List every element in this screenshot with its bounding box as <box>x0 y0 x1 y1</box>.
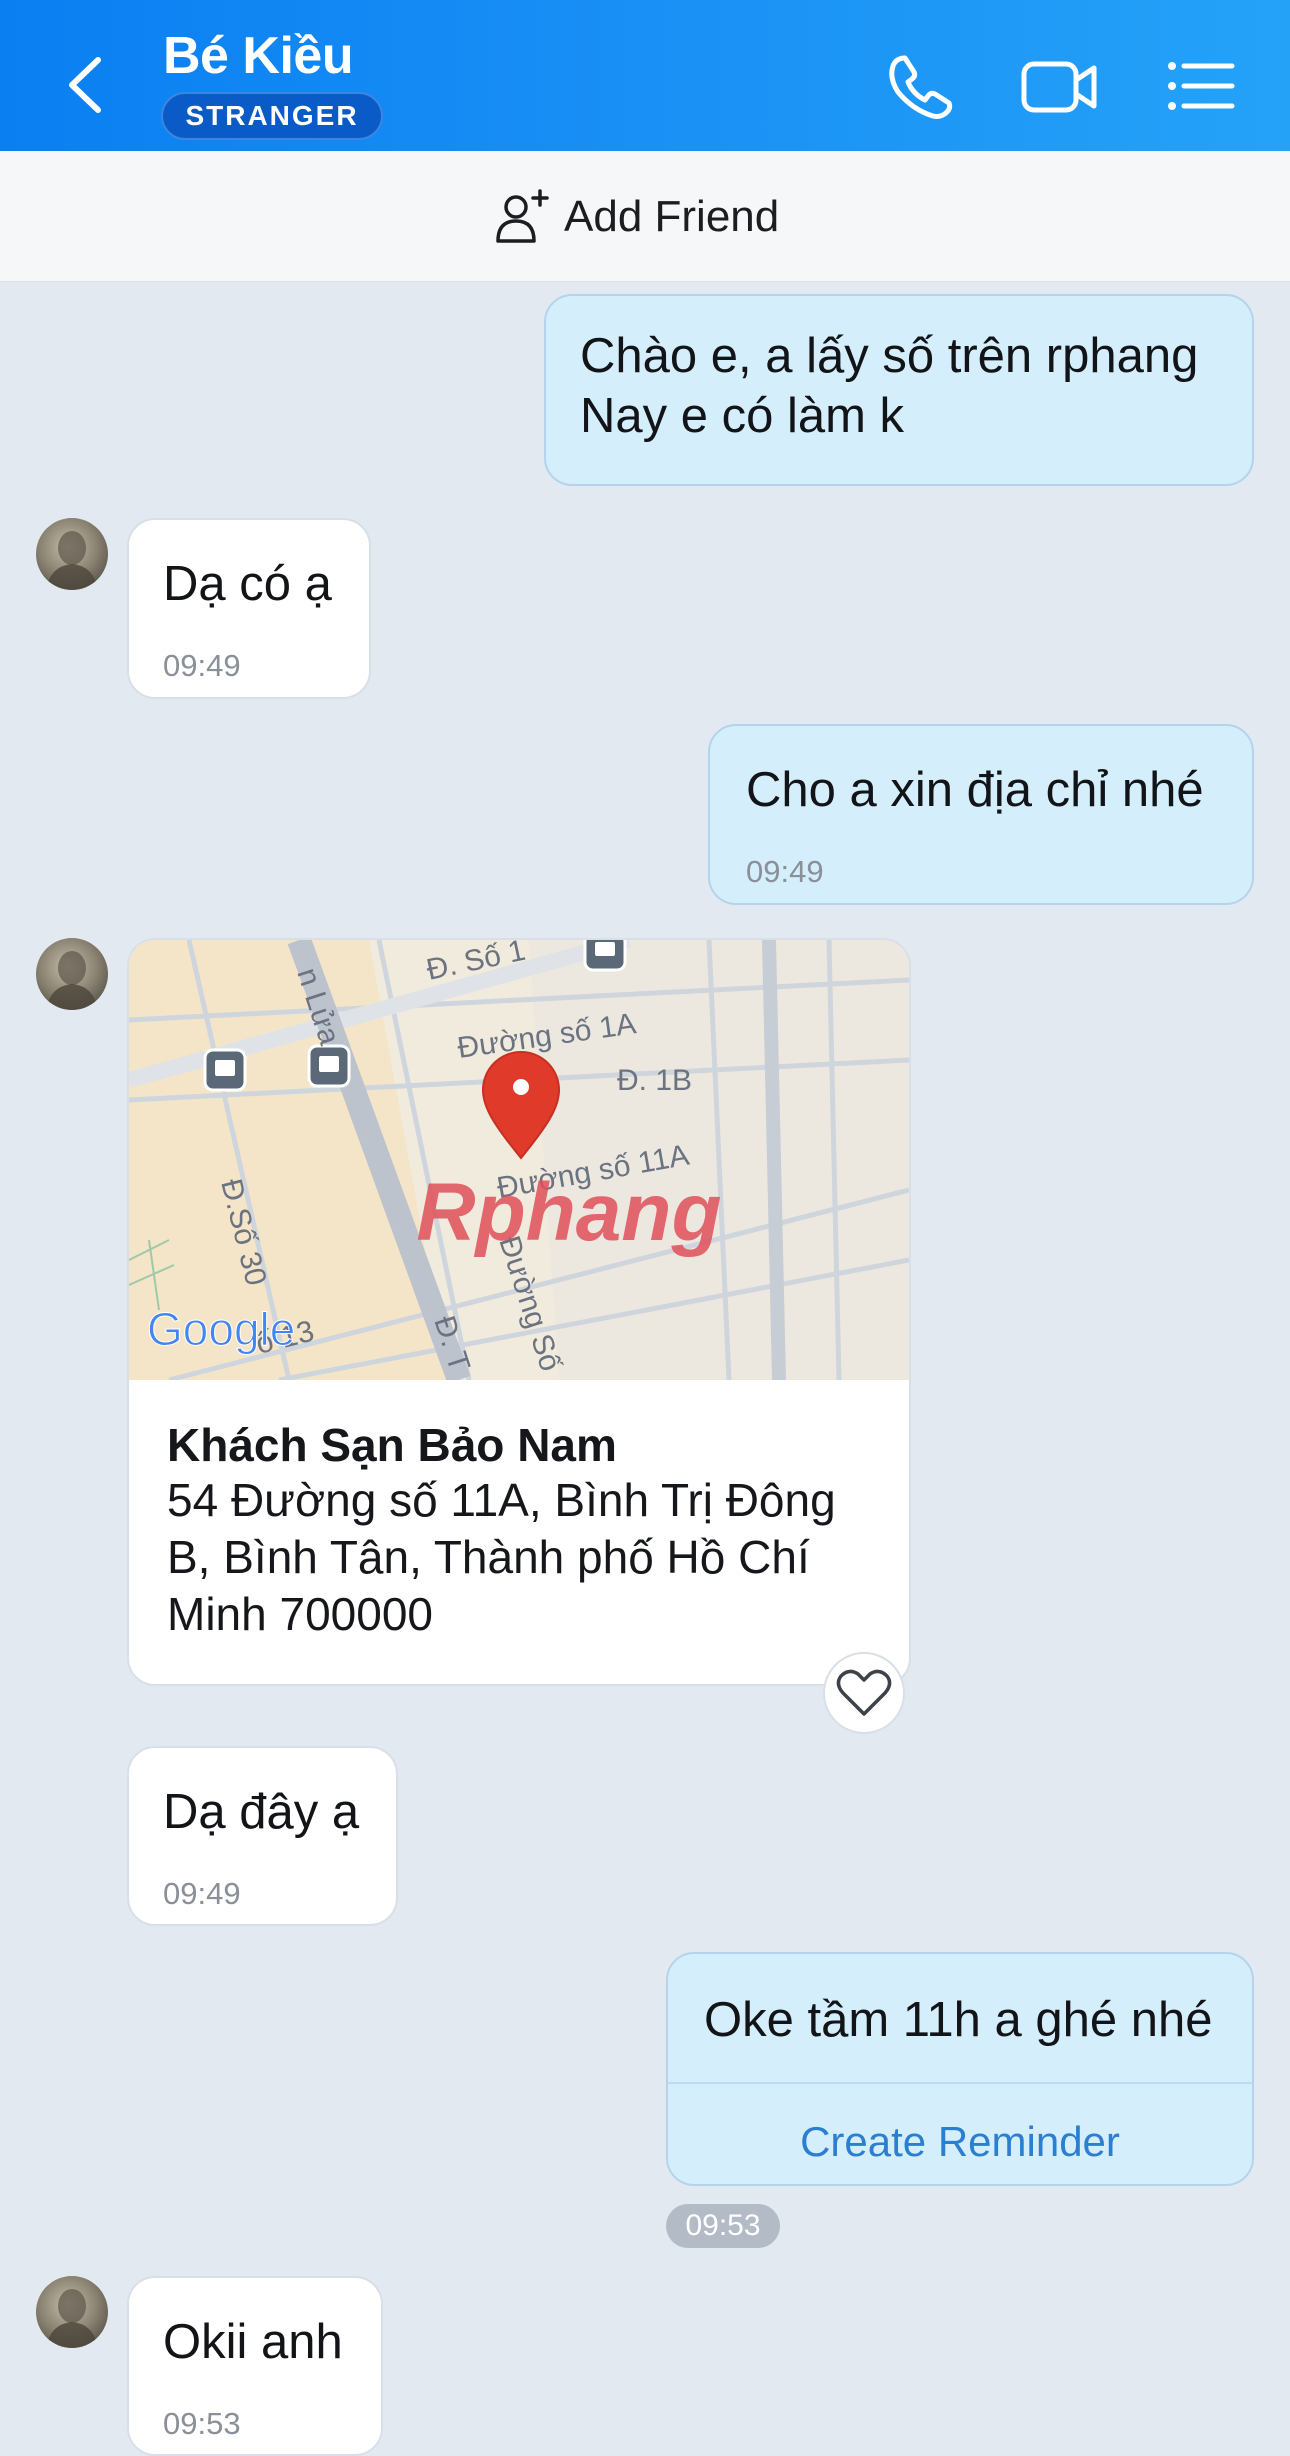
avatar-image <box>46 2289 98 2348</box>
add-friend-button[interactable]: Add Friend <box>494 189 779 245</box>
message-text: Chào e, a lấy số trên rphang <box>580 329 1199 383</box>
add-user-icon <box>496 189 549 243</box>
message-text: Cho a xin địa chỉ nhé <box>746 763 1204 817</box>
react-button[interactable] <box>823 1652 905 1734</box>
message-time: 09:53 <box>163 2406 241 2441</box>
message-text: Dạ có ạ <box>163 557 332 611</box>
back-chevron-icon <box>69 57 101 113</box>
video-camera-icon <box>1021 61 1097 113</box>
contact-avatar[interactable] <box>36 2276 108 2348</box>
contact-avatar[interactable] <box>36 518 108 590</box>
bus-stop-icon <box>203 1048 247 1092</box>
map-preview[interactable]: Đ. Số 1 Đường số 1A Đ. 1B Đường số 11A n… <box>129 940 909 1380</box>
place-address: 54 Đường số 11A, Bình Trị Đông B, Bình T… <box>167 1474 836 1640</box>
message-bubble-incoming[interactable]: Dạ có ạ 09:49 <box>127 518 371 699</box>
message-text: Okii anh <box>163 2315 343 2369</box>
heart-icon <box>836 1669 892 1716</box>
phone-icon <box>889 55 953 119</box>
stranger-badge: STRANGER <box>161 92 383 140</box>
video-call-button[interactable] <box>1020 48 1097 124</box>
message-text: Oke tầm 11h a ghé nhé <box>704 1993 1213 2047</box>
add-friend-bar: Add Friend <box>0 151 1290 282</box>
watermark-logo: Rphang <box>416 1167 721 1258</box>
create-reminder-link[interactable]: Create Reminder <box>668 2112 1252 2172</box>
avatar-image <box>46 531 98 590</box>
message-time: 09:49 <box>163 1876 241 1911</box>
message-bubble-incoming[interactable]: Okii anh 09:53 <box>127 2276 383 2456</box>
message-text: Nay e có làm k <box>580 389 905 443</box>
message-bubble-incoming[interactable]: Dạ đây ạ 09:49 <box>127 1746 398 1926</box>
chat-header: Bé Kiều STRANGER <box>0 0 1290 151</box>
list-menu-icon <box>1168 62 1235 110</box>
message-bubble-outgoing[interactable]: Chào e, a lấy số trên rphang Nay e có là… <box>544 294 1254 486</box>
add-friend-label: Add Friend <box>564 192 780 241</box>
contact-name[interactable]: Bé Kiều <box>163 26 354 86</box>
google-logo: Google <box>147 1303 295 1355</box>
message-text: Dạ đây ạ <box>163 1785 360 1839</box>
back-button[interactable] <box>52 50 122 120</box>
contact-avatar[interactable] <box>36 938 108 1010</box>
message-time: 09:49 <box>746 854 824 889</box>
place-name: Khách Sạn Bảo Nam <box>167 1419 617 1471</box>
reminder-divider <box>668 2082 1252 2084</box>
bus-stop-icon <box>307 1044 351 1088</box>
voice-call-button[interactable] <box>883 48 959 124</box>
street-label: Đ. 1B <box>617 1064 692 1097</box>
chat-menu-button[interactable] <box>1162 48 1238 124</box>
message-time-chip: 09:53 <box>666 2204 780 2248</box>
location-card[interactable]: Đ. Số 1 Đường số 1A Đ. 1B Đường số 11A n… <box>127 938 911 1686</box>
bus-stop-icon <box>583 940 627 972</box>
message-bubble-outgoing[interactable]: Oke tầm 11h a ghé nhé Create Reminder <box>666 1952 1254 2186</box>
message-time: 09:49 <box>163 648 241 683</box>
message-bubble-outgoing[interactable]: Cho a xin địa chỉ nhé 09:49 <box>708 724 1254 905</box>
avatar-image <box>46 951 98 1010</box>
